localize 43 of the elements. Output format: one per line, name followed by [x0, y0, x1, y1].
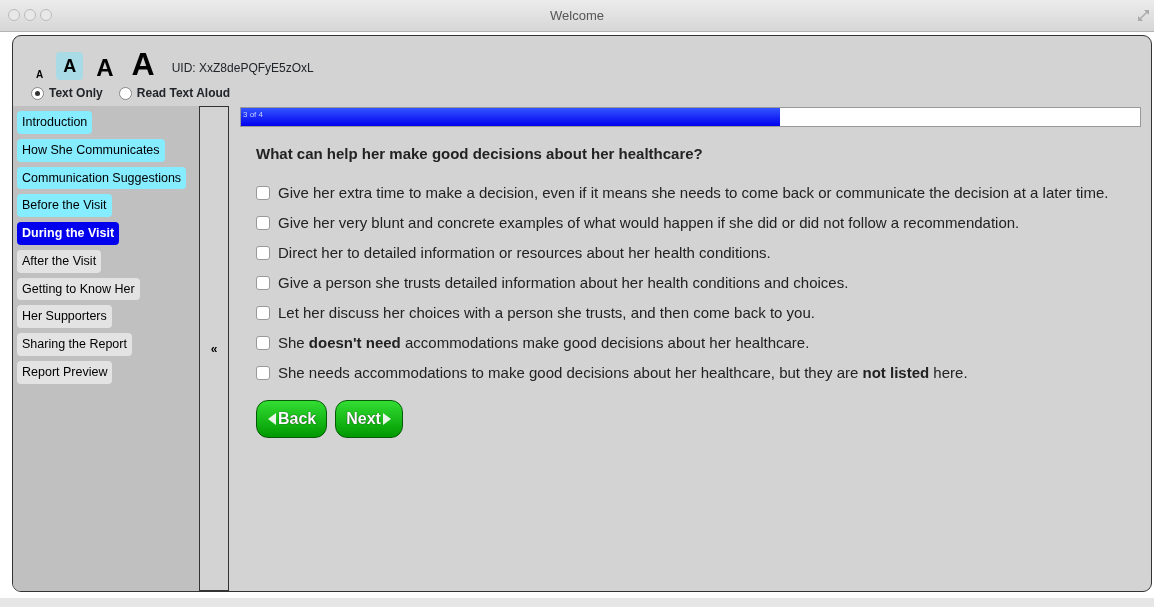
sidebar-item[interactable]: Communication Suggestions: [17, 166, 187, 190]
sidebar-item[interactable]: After the Visit: [17, 249, 102, 273]
sidebar-item[interactable]: Her Supporters: [17, 305, 112, 328]
font-size-button[interactable]: A: [56, 52, 84, 80]
sidebar-item[interactable]: Getting to Know Her: [17, 277, 140, 301]
font-size-button[interactable]: A: [31, 70, 49, 80]
checkbox[interactable]: [256, 335, 270, 350]
option-text: Direct her to detailed information or resources about her health conditions.: [278, 243, 771, 261]
sidebar-item[interactable]: How She Communicates: [17, 138, 165, 162]
sidebar-item[interactable]: Introduction: [17, 111, 93, 134]
option-text: She doesn't need accommodations make good decisions about her healthcare.: [278, 333, 810, 351]
option-text: She needs accommodations to make good decisions about her healthcare, but they are not listed here.: [278, 363, 968, 381]
window-control[interactable]: [40, 9, 52, 21]
radio-label: Read Text Aloud: [136, 85, 231, 102]
collapse-button[interactable]: «: [199, 106, 229, 591]
checkbox[interactable]: [256, 185, 270, 200]
option-text: Let her discuss her choices with a person she trusts, and then come back to you.: [278, 303, 815, 321]
fullscreen-icon[interactable]: [1137, 9, 1150, 22]
option-text: Give her very blunt and concrete examples of what would happen if she did or did not follow a recommendation.: [278, 213, 1020, 231]
window-title: Welcome: [550, 6, 604, 25]
checkbox[interactable]: [256, 305, 270, 320]
sidebar-item[interactable]: Sharing the Report: [17, 333, 132, 356]
window-control[interactable]: [24, 9, 36, 21]
radio-label: Text Only: [49, 85, 103, 102]
option-text: Give her extra time to make a decision, even if it means she needs to come back or communicate the decision at a later time.: [278, 183, 1109, 201]
font-size-button[interactable]: A: [126, 48, 160, 80]
option-text: Give a person she trusts detailed information about her health conditions and choices.: [278, 273, 849, 291]
radio-button[interactable]: [118, 86, 132, 100]
window-control[interactable]: [8, 9, 20, 21]
checkbox[interactable]: [256, 275, 270, 290]
radio-button[interactable]: [31, 86, 44, 100]
checkbox[interactable]: [256, 365, 270, 380]
right-arrow-icon: [382, 410, 392, 427]
checkbox[interactable]: [256, 245, 270, 260]
left-arrow-icon: [267, 410, 276, 427]
checkbox[interactable]: [256, 215, 270, 230]
font-size-button[interactable]: A: [91, 56, 119, 80]
sidebar-item[interactable]: Report Preview: [17, 360, 113, 384]
question-text: What can help her make good decisions about her healthcare?: [256, 144, 704, 164]
sidebar-item[interactable]: During the Visit: [17, 222, 120, 245]
progress-label: 3 of 4: [243, 109, 263, 121]
sidebar-item[interactable]: Before the Visit: [17, 194, 112, 217]
uid-label: UID: XxZ8dePQFyE5zOxL: [171, 60, 314, 77]
